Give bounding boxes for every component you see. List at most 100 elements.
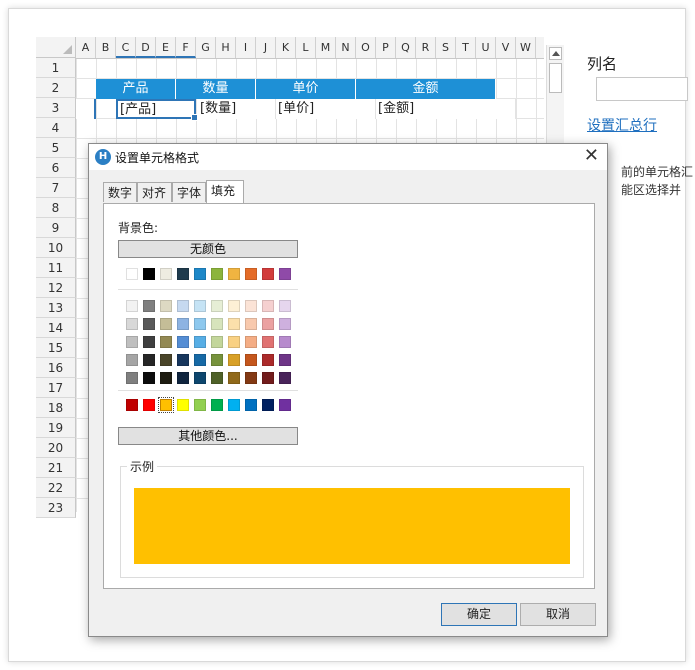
shade-color-swatch[interactable] (245, 354, 257, 366)
row-header[interactable]: 11 (36, 258, 76, 278)
row-header[interactable]: 6 (36, 158, 76, 178)
shade-color-swatch[interactable] (228, 372, 240, 384)
row-header[interactable]: 20 (36, 438, 76, 458)
shade-color-swatch[interactable] (228, 318, 240, 330)
shade-color-swatch[interactable] (194, 354, 206, 366)
ok-button[interactable]: 确定 (441, 603, 517, 626)
column-header[interactable]: N (336, 37, 356, 58)
theme-color-swatch[interactable] (177, 268, 189, 280)
no-color-button[interactable]: 无颜色 (118, 240, 298, 258)
tab-font[interactable]: 字体 (172, 182, 206, 202)
row-header[interactable]: 23 (36, 498, 76, 518)
shade-color-swatch[interactable] (194, 372, 206, 384)
column-header[interactable]: W (516, 37, 536, 58)
shade-color-swatch[interactable] (126, 372, 138, 384)
scroll-up-icon[interactable] (549, 47, 562, 60)
row-header[interactable]: 8 (36, 198, 76, 218)
header-cell-price[interactable]: 单价 (256, 79, 356, 99)
row-header[interactable]: 17 (36, 378, 76, 398)
shade-color-swatch[interactable] (143, 354, 155, 366)
shade-color-swatch[interactable] (177, 354, 189, 366)
shade-color-swatch[interactable] (262, 318, 274, 330)
row-header[interactable]: 13 (36, 298, 76, 318)
tab-number[interactable]: 数字 (103, 182, 137, 202)
shade-color-swatch[interactable] (245, 300, 257, 312)
close-icon[interactable]: ✕ (584, 146, 599, 166)
cancel-button[interactable]: 取消 (520, 603, 596, 626)
shade-color-swatch[interactable] (160, 354, 172, 366)
column-header[interactable]: B (96, 37, 116, 58)
theme-color-swatch[interactable] (194, 268, 206, 280)
shade-color-swatch[interactable] (245, 336, 257, 348)
shade-color-swatch[interactable] (194, 336, 206, 348)
shade-color-swatch[interactable] (211, 354, 223, 366)
theme-color-swatch[interactable] (245, 268, 257, 280)
column-header[interactable]: Q (396, 37, 416, 58)
column-name-input[interactable] (596, 77, 688, 101)
column-header[interactable]: G (196, 37, 216, 58)
row-header[interactable]: 9 (36, 218, 76, 238)
header-cell-amount[interactable]: 金额 (356, 79, 496, 99)
tab-fill[interactable]: 填充 (206, 180, 244, 203)
row-header[interactable]: 2 (36, 78, 76, 98)
shade-color-swatch[interactable] (262, 300, 274, 312)
column-header[interactable]: F (176, 37, 196, 58)
standard-color-swatch[interactable] (126, 399, 138, 411)
shade-color-swatch[interactable] (143, 372, 155, 384)
column-header[interactable]: R (416, 37, 436, 58)
column-header[interactable]: P (376, 37, 396, 58)
shade-color-swatch[interactable] (228, 336, 240, 348)
shade-color-swatch[interactable] (279, 318, 291, 330)
shade-color-swatch[interactable] (160, 300, 172, 312)
column-header[interactable]: O (356, 37, 376, 58)
shade-color-swatch[interactable] (126, 336, 138, 348)
row-header[interactable]: 4 (36, 118, 76, 138)
column-header[interactable]: A (76, 37, 96, 58)
shade-color-swatch[interactable] (143, 318, 155, 330)
shade-color-swatch[interactable] (228, 354, 240, 366)
column-header[interactable]: U (476, 37, 496, 58)
shade-color-swatch[interactable] (211, 336, 223, 348)
shade-color-swatch[interactable] (279, 372, 291, 384)
shade-color-swatch[interactable] (262, 372, 274, 384)
data-cell-product[interactable]: [产品] (116, 99, 198, 121)
shade-color-swatch[interactable] (126, 354, 138, 366)
column-header[interactable]: K (276, 37, 296, 58)
shade-color-swatch[interactable] (211, 372, 223, 384)
shade-color-swatch[interactable] (211, 300, 223, 312)
shade-color-swatch[interactable] (211, 318, 223, 330)
shade-color-swatch[interactable] (194, 300, 206, 312)
row-header[interactable]: 21 (36, 458, 76, 478)
data-cell-price[interactable]: [单价] (276, 99, 376, 119)
row-header[interactable]: 16 (36, 358, 76, 378)
column-header[interactable]: D (136, 37, 156, 58)
standard-color-swatch[interactable] (143, 399, 155, 411)
row-header[interactable]: 5 (36, 138, 76, 158)
shade-color-swatch[interactable] (262, 354, 274, 366)
row-header[interactable]: 14 (36, 318, 76, 338)
standard-color-swatch[interactable] (262, 399, 274, 411)
data-cell-quantity[interactable]: [数量] (198, 99, 276, 119)
theme-color-swatch[interactable] (228, 268, 240, 280)
row-header[interactable]: 19 (36, 418, 76, 438)
data-cell-amount[interactable]: [金额] (376, 99, 516, 119)
row-header[interactable]: 15 (36, 338, 76, 358)
tab-alignment[interactable]: 对齐 (137, 182, 172, 202)
more-colors-button[interactable]: 其他颜色... (118, 427, 298, 445)
shade-color-swatch[interactable] (177, 318, 189, 330)
row-header[interactable]: 10 (36, 238, 76, 258)
shade-color-swatch[interactable] (126, 318, 138, 330)
shade-color-swatch[interactable] (160, 318, 172, 330)
shade-color-swatch[interactable] (143, 300, 155, 312)
shade-color-swatch[interactable] (279, 300, 291, 312)
shade-color-swatch[interactable] (228, 300, 240, 312)
select-all-corner[interactable] (36, 37, 76, 58)
row-header[interactable]: 18 (36, 398, 76, 418)
dialog-titlebar[interactable]: H 设置单元格格式 ✕ (89, 144, 607, 170)
column-header[interactable]: M (316, 37, 336, 58)
column-header[interactable]: V (496, 37, 516, 58)
shade-color-swatch[interactable] (160, 336, 172, 348)
standard-color-swatch[interactable] (158, 397, 174, 413)
shade-color-swatch[interactable] (279, 336, 291, 348)
row-header[interactable]: 1 (36, 58, 76, 78)
